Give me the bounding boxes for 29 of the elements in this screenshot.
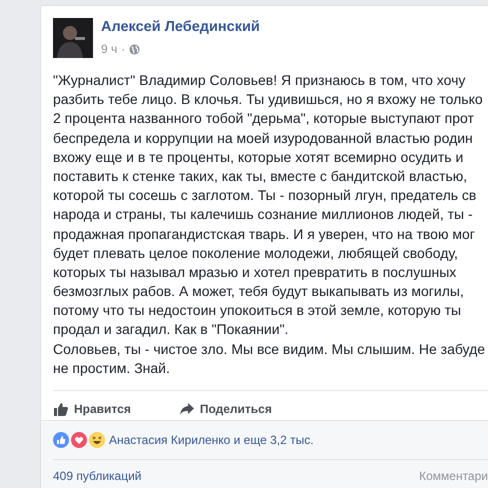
post-text-line: продажная пропагандистская тварь. И я уверен, что на твою мог <box>53 224 476 244</box>
post-text-line: которой ты сосешь с заглотом. Ты - позорный лгун, предатель св <box>53 186 478 206</box>
like-button[interactable]: Нравится <box>53 397 131 420</box>
thumbs-up-icon <box>53 400 69 416</box>
avatar[interactable] <box>53 18 93 58</box>
post-text-line: потому что ты недостоин упокоиться в этой земле, которую ты <box>53 301 462 320</box>
share-button[interactable]: Поделиться <box>178 397 272 420</box>
post-text-line: вхожу еще и в те проценты, которые хотят всемирно осудить и <box>53 148 464 167</box>
post-text-line: безмозглых рабов. А может, тебя будут выкапывать из могилы, <box>53 282 465 302</box>
post-text-line: продал и загадил. Как в "Покаянии". <box>53 320 290 340</box>
shares-count[interactable]: 409 публикаций <box>53 466 142 484</box>
post-text-line: которых ты называл мразью и хотел превратить в послушных <box>53 262 458 282</box>
post-text-line: народа и страны, ты калечишь сознание миллионов людей, ты - <box>53 205 474 224</box>
separator: · <box>121 41 126 58</box>
laughing-face-icon[interactable] <box>89 432 105 448</box>
post-text-line: 2 процента названного тобой "дерьма", которые выступают прот <box>53 109 475 128</box>
share-arrow-icon <box>178 402 195 416</box>
post-text-line: Соловьев, ты - чистое зло. Мы все видим. Мы слышим. Не забуде <box>53 340 486 359</box>
post-text-line: разбить тебе лицо. В клочья. Ты удивишься, но я вхожу не только <box>53 90 484 110</box>
post-text-line: беспредела и коррупции на моей изуродованной властью родин <box>53 128 474 148</box>
post-text-line: "Журналист" Владимир Соловьев! Я признаюсь в том, что хочу <box>53 71 466 90</box>
post-text-line: будет плевать целое поколение молодежи, любящей свободу, <box>53 244 459 263</box>
reaction-summary[interactable]: Анастасия Кириленко и еще 3,2 тыс. <box>109 431 314 449</box>
author-name[interactable]: Алексей Лебединский <box>101 18 260 36</box>
post-text-line: не простим. Знай. <box>53 358 171 378</box>
post-text-line: поставить к стенке таких, как ты, вместе с бандитской властью, <box>53 166 468 186</box>
globe-icon[interactable] <box>129 44 140 54</box>
heart-reaction-icon[interactable] <box>71 432 87 448</box>
like-reaction-icon[interactable] <box>53 432 69 448</box>
